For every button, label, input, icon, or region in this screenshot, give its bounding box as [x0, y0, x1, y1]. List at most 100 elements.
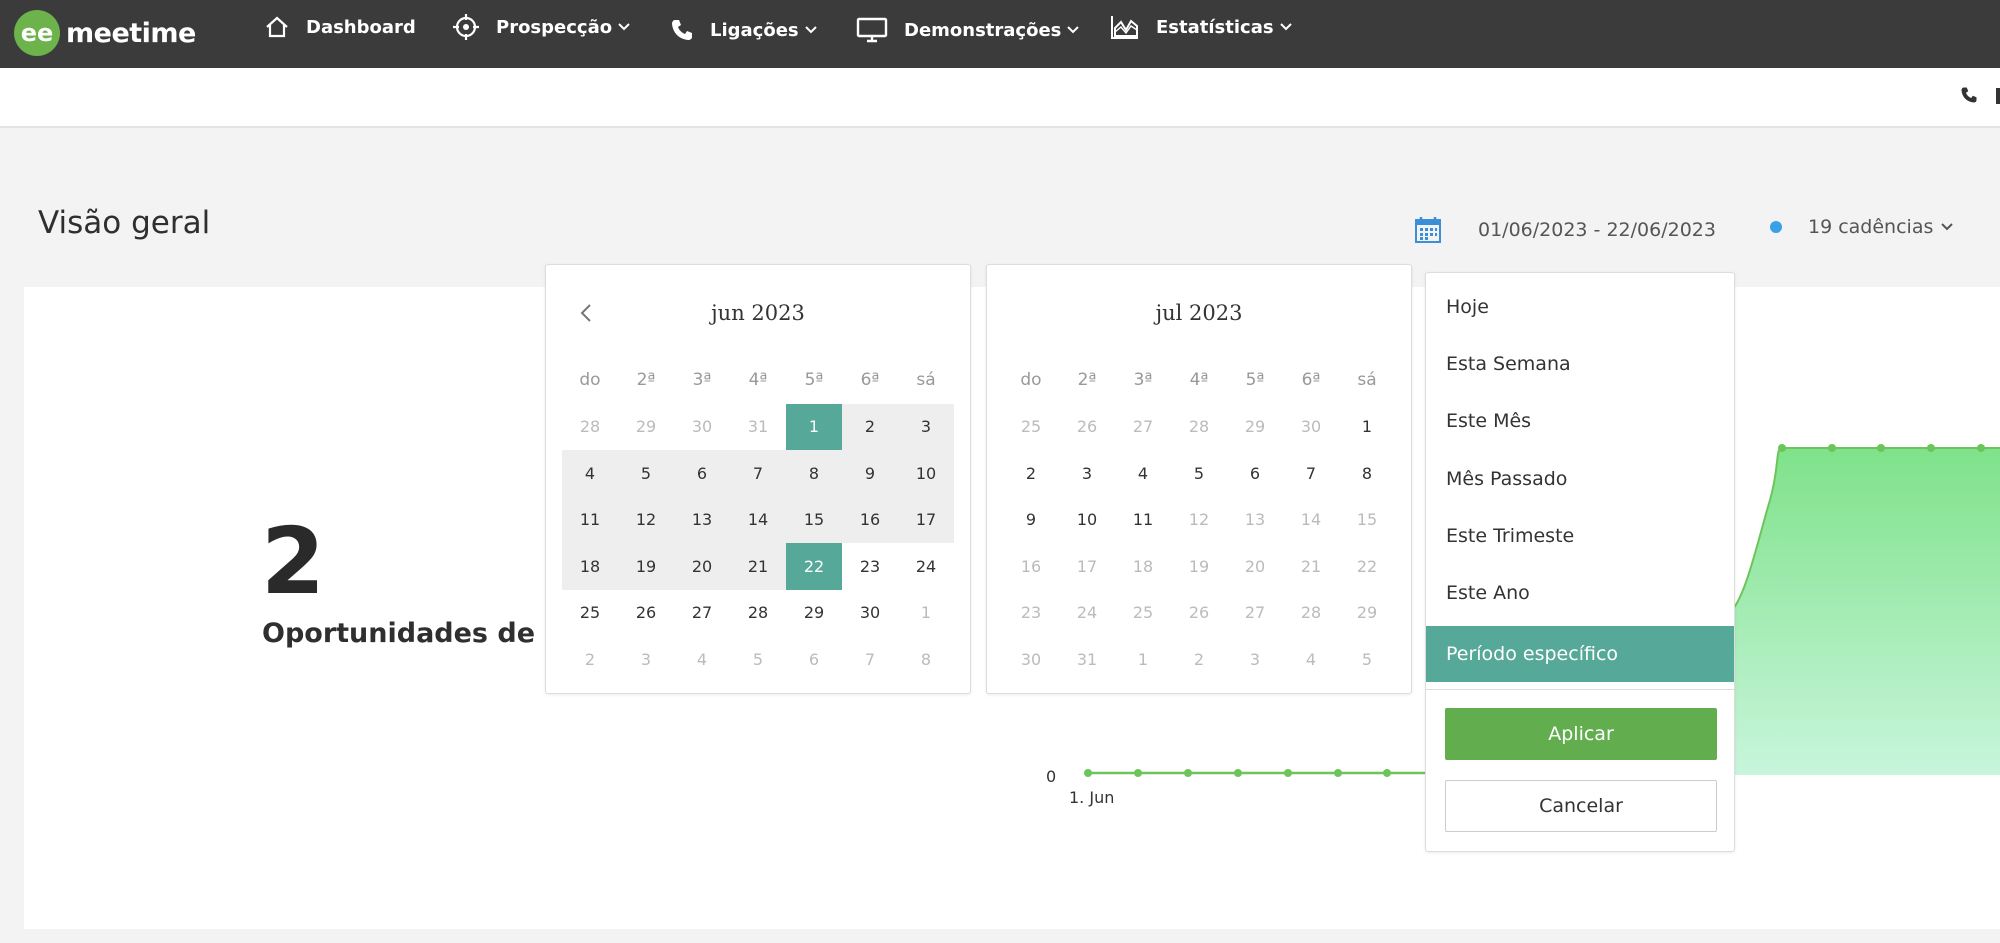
- calendar-day[interactable]: 22: [1339, 543, 1395, 590]
- calendar-day[interactable]: 18: [1115, 543, 1171, 590]
- calendar-day[interactable]: 9: [842, 450, 898, 497]
- calendar-day[interactable]: 6: [1227, 450, 1283, 497]
- range-option-this-week[interactable]: Esta Semana: [1426, 336, 1734, 392]
- calendar-day[interactable]: 30: [842, 590, 898, 637]
- calendar-day[interactable]: 29: [786, 590, 842, 637]
- calendar-day[interactable]: 27: [1227, 590, 1283, 637]
- calendar-day[interactable]: 2: [562, 636, 618, 683]
- calendar-day[interactable]: 3: [1227, 636, 1283, 683]
- weekday-label: 3ª: [692, 370, 712, 391]
- calendar-day[interactable]: 27: [674, 590, 730, 637]
- calendar-day[interactable]: 25: [562, 590, 618, 637]
- calendar-day[interactable]: 5: [1171, 450, 1227, 497]
- calendar-day[interactable]: 20: [674, 543, 730, 590]
- calendar-day[interactable]: 12: [1171, 497, 1227, 544]
- calendar-day[interactable]: 8: [1339, 450, 1395, 497]
- weekday-label: 6ª: [860, 370, 880, 391]
- calendar-day[interactable]: 29: [1339, 590, 1395, 637]
- calendar-day[interactable]: 10: [898, 450, 954, 497]
- range-option-this-year[interactable]: Este Ano: [1426, 565, 1734, 621]
- calendar-day[interactable]: 31: [730, 404, 786, 451]
- calendar-day[interactable]: 17: [898, 496, 954, 543]
- calendar-day[interactable]: 2: [842, 403, 898, 450]
- calendar-day[interactable]: 1: [1339, 404, 1395, 451]
- calendar-day[interactable]: 15: [1339, 497, 1395, 544]
- calendar-day[interactable]: 24: [1059, 590, 1115, 637]
- apply-button[interactable]: Aplicar: [1445, 708, 1717, 760]
- calendar-day[interactable]: 28: [730, 590, 786, 637]
- calendar-day[interactable]: 10: [1059, 497, 1115, 544]
- chart-point: [1134, 769, 1142, 777]
- cancel-button[interactable]: Cancelar: [1445, 780, 1717, 832]
- calendar-day[interactable]: 8: [786, 450, 842, 497]
- calendar-day[interactable]: 23: [1003, 590, 1059, 637]
- calendar-day[interactable]: 14: [1283, 497, 1339, 544]
- calendar-day[interactable]: 25: [1003, 404, 1059, 451]
- calendar-day[interactable]: 28: [1283, 590, 1339, 637]
- calendar-day[interactable]: 13: [1227, 497, 1283, 544]
- calendar-day[interactable]: 16: [842, 496, 898, 543]
- opportunities-count: 2: [261, 508, 326, 615]
- calendar-day[interactable]: 5: [618, 450, 674, 497]
- calendar-day[interactable]: 5: [730, 636, 786, 683]
- calendar-day[interactable]: 11: [1115, 497, 1171, 544]
- calendar-day[interactable]: 21: [730, 543, 786, 590]
- calendar-day[interactable]: 19: [618, 543, 674, 590]
- calendar-day[interactable]: 31: [1059, 636, 1115, 683]
- calendar-day[interactable]: 3: [618, 636, 674, 683]
- calendar-day[interactable]: 7: [730, 450, 786, 497]
- calendar-day[interactable]: 30: [674, 404, 730, 451]
- calendar-day-start-selected[interactable]: 1: [786, 403, 842, 450]
- calendar-day[interactable]: 26: [1059, 404, 1115, 451]
- calendar-day[interactable]: 4: [1115, 450, 1171, 497]
- calendar-day[interactable]: 7: [842, 636, 898, 683]
- calendar-day[interactable]: 11: [562, 496, 618, 543]
- calendar-day[interactable]: 18: [562, 543, 618, 590]
- range-option-custom[interactable]: Período específico: [1426, 626, 1734, 682]
- range-option-this-month[interactable]: Este Mês: [1426, 393, 1734, 449]
- range-option-last-month[interactable]: Mês Passado: [1426, 451, 1734, 507]
- calendar-day[interactable]: 20: [1227, 543, 1283, 590]
- calendar-day-end-selected[interactable]: 22: [786, 543, 842, 590]
- calendar-day[interactable]: 30: [1283, 404, 1339, 451]
- chart-point: [1977, 444, 1985, 452]
- calendar-day[interactable]: 8: [898, 636, 954, 683]
- calendar-day[interactable]: 16: [1003, 543, 1059, 590]
- calendar-day[interactable]: 4: [562, 450, 618, 497]
- calendar-day[interactable]: 26: [618, 590, 674, 637]
- calendar-day[interactable]: 12: [618, 496, 674, 543]
- weekday-label: 4ª: [1189, 370, 1209, 391]
- calendar-day[interactable]: 2: [1171, 636, 1227, 683]
- calendar-day[interactable]: 9: [1003, 497, 1059, 544]
- calendar-day[interactable]: 28: [562, 404, 618, 451]
- calendar-day[interactable]: 1: [898, 590, 954, 637]
- range-option-this-quarter[interactable]: Este Trimeste: [1426, 508, 1734, 564]
- calendar-day[interactable]: 27: [1115, 404, 1171, 451]
- calendar-day[interactable]: 6: [786, 636, 842, 683]
- calendar-day[interactable]: 28: [1171, 404, 1227, 451]
- calendar-month-title: jul 2023: [1155, 301, 1243, 325]
- calendar-day[interactable]: 25: [1115, 590, 1171, 637]
- calendar-day[interactable]: 21: [1283, 543, 1339, 590]
- calendar-day[interactable]: 14: [730, 496, 786, 543]
- calendar-day[interactable]: 5: [1339, 636, 1395, 683]
- calendar-day[interactable]: 29: [618, 404, 674, 451]
- calendar-day[interactable]: 4: [674, 636, 730, 683]
- calendar-day[interactable]: 24: [898, 543, 954, 590]
- calendar-day[interactable]: 4: [1283, 636, 1339, 683]
- calendar-day[interactable]: 7: [1283, 450, 1339, 497]
- calendar-day[interactable]: 29: [1227, 404, 1283, 451]
- calendar-day[interactable]: 3: [1059, 450, 1115, 497]
- calendar-day[interactable]: 13: [674, 496, 730, 543]
- range-option-today[interactable]: Hoje: [1426, 279, 1734, 335]
- calendar-day[interactable]: 26: [1171, 590, 1227, 637]
- calendar-day[interactable]: 17: [1059, 543, 1115, 590]
- calendar-day[interactable]: 3: [898, 403, 954, 450]
- calendar-day[interactable]: 15: [786, 496, 842, 543]
- calendar-day[interactable]: 23: [842, 543, 898, 590]
- calendar-day[interactable]: 1: [1115, 636, 1171, 683]
- calendar-day[interactable]: 2: [1003, 450, 1059, 497]
- calendar-day[interactable]: 19: [1171, 543, 1227, 590]
- calendar-day[interactable]: 30: [1003, 636, 1059, 683]
- calendar-day[interactable]: 6: [674, 450, 730, 497]
